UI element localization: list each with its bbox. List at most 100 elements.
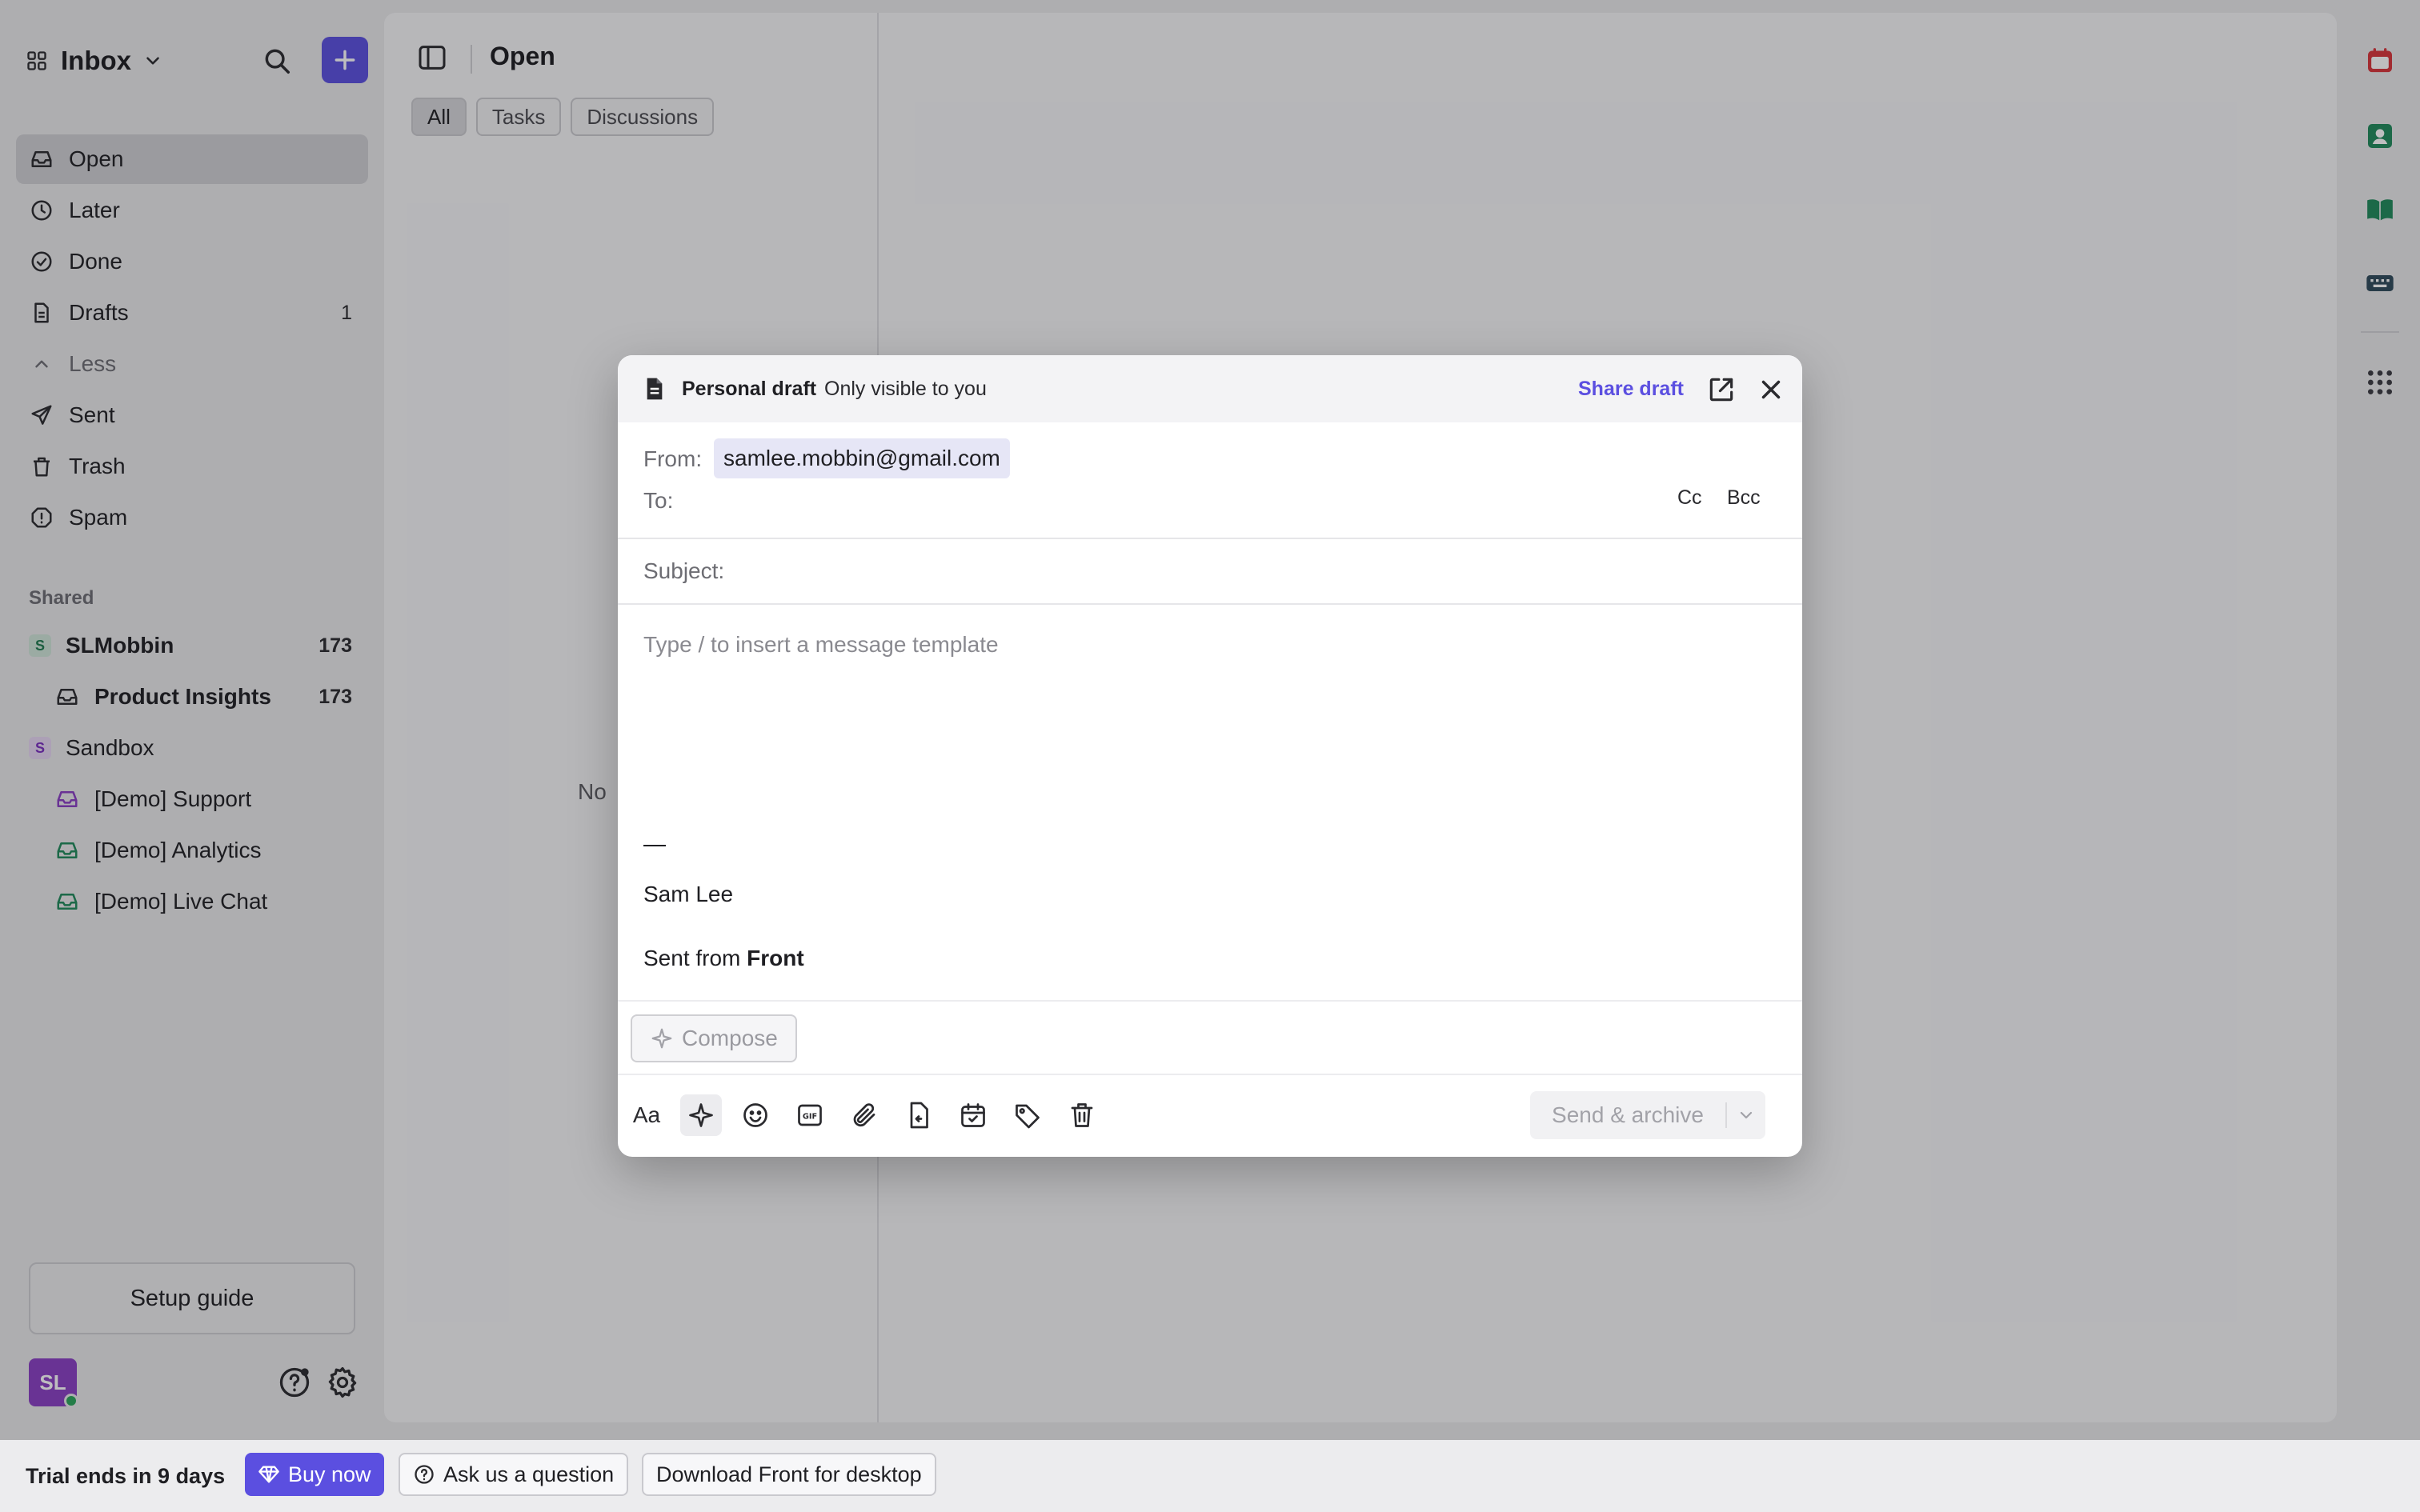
- format-icon: Aa: [632, 1102, 661, 1127]
- sidebar-item-demo-support[interactable]: [Demo] Support: [16, 774, 368, 824]
- signature-sent-from: Sent from Front: [643, 946, 804, 971]
- message-body-input[interactable]: Type / to insert a message template: [643, 632, 999, 658]
- trash-icon: [1071, 1103, 1093, 1127]
- team-badge: S: [29, 634, 51, 657]
- sparkle-icon: [651, 1028, 672, 1049]
- ai-sparkle-icon: [689, 1103, 713, 1127]
- cc-button[interactable]: Cc: [1677, 486, 1702, 510]
- new-message-button[interactable]: [322, 37, 368, 83]
- filter-chip-all[interactable]: All: [411, 98, 467, 136]
- knowledge-book-icon: [2367, 199, 2393, 221]
- gif-button[interactable]: GIF: [789, 1094, 831, 1136]
- sidebar-item-sandbox[interactable]: S Sandbox: [16, 723, 368, 773]
- send-icon: [29, 402, 54, 428]
- sidebar-item-later[interactable]: Later: [16, 186, 368, 235]
- rail-calendar-button[interactable]: [2361, 42, 2399, 80]
- discard-draft-button[interactable]: [1061, 1094, 1103, 1136]
- sidebar-item-label: [Demo] Analytics: [94, 838, 262, 862]
- send-archive-button[interactable]: Send & archive: [1530, 1091, 1765, 1139]
- team-badge: S: [29, 737, 51, 759]
- sidebar-item-sent[interactable]: Sent: [16, 390, 368, 440]
- page-title: Open: [490, 42, 555, 70]
- grid-icon: [24, 48, 50, 74]
- sidebar-item-demo-analytics[interactable]: [Demo] Analytics: [16, 826, 368, 875]
- plus-icon: [335, 50, 355, 70]
- apps-grid-icon: [2368, 370, 2392, 394]
- setup-guide-button[interactable]: Setup guide: [29, 1262, 355, 1334]
- settings-button[interactable]: [325, 1365, 360, 1400]
- schedule-icon: [961, 1103, 985, 1127]
- emoji-icon: [743, 1103, 767, 1127]
- search-button[interactable]: [256, 40, 298, 82]
- sidebar-item-spam[interactable]: Spam: [16, 493, 368, 542]
- sidebar: Inbox Open Later Done Drafts 1 Less Sent: [0, 0, 384, 1440]
- divider: [618, 603, 1802, 605]
- schedule-button[interactable]: [952, 1094, 994, 1136]
- sidebar-item-drafts[interactable]: Drafts 1: [16, 288, 368, 338]
- document-icon: [642, 376, 667, 402]
- inbox-tray-icon: [29, 146, 54, 172]
- popout-button[interactable]: [1706, 374, 1737, 405]
- tag-icon: [1016, 1104, 1040, 1129]
- gif-icon: GIF: [798, 1104, 822, 1126]
- sidebar-toggle-less[interactable]: Less: [16, 339, 368, 389]
- sidebar-item-label: SLMobbin: [66, 633, 174, 658]
- signature-name: Sam Lee: [643, 882, 734, 906]
- ai-compose-button[interactable]: Compose: [631, 1014, 797, 1062]
- from-address-chip[interactable]: samlee.mobbin@gmail.com: [714, 438, 1010, 478]
- bcc-button[interactable]: Bcc: [1727, 486, 1761, 510]
- close-button[interactable]: [1756, 374, 1786, 405]
- inbox-tray-icon: [54, 684, 80, 710]
- share-draft-button[interactable]: Share draft: [1578, 378, 1684, 401]
- sidebar-item-done[interactable]: Done: [16, 237, 368, 286]
- filter-chip-discussions[interactable]: Discussions: [571, 98, 715, 136]
- sidebar-item-label: Done: [69, 249, 122, 274]
- subject-field[interactable]: Subject:: [643, 558, 724, 584]
- download-desktop-button[interactable]: Download Front for desktop: [642, 1453, 936, 1496]
- sidebar-item-slmobbin[interactable]: S SLMobbin 173: [16, 621, 368, 670]
- ask-question-button[interactable]: Ask us a question: [399, 1453, 629, 1496]
- rail-shortcuts-button[interactable]: [2361, 264, 2399, 302]
- reply-template-icon: [910, 1102, 928, 1129]
- send-archive-label: Send & archive: [1530, 1102, 1727, 1128]
- modal-header: Personal draft Only visible to you Share…: [618, 355, 1802, 422]
- sidebar-item-label: Drafts: [69, 300, 129, 325]
- rail-contacts-button[interactable]: [2361, 117, 2399, 155]
- clock-icon: [29, 198, 54, 223]
- sidebar-item-demo-live-chat[interactable]: [Demo] Live Chat: [16, 877, 368, 926]
- sidebar-item-label: [Demo] Live Chat: [94, 889, 268, 914]
- chevron-up-icon: [29, 351, 54, 377]
- calendar-icon: [2368, 48, 2392, 73]
- inbox-switcher[interactable]: Inbox: [24, 38, 163, 83]
- divider: [618, 1000, 1802, 1002]
- send-options-dropdown[interactable]: [1727, 1106, 1765, 1125]
- sidebar-item-product-insights[interactable]: Product Insights 173: [16, 672, 368, 722]
- rail-apps-button[interactable]: [2361, 363, 2399, 402]
- product-insights-count: 173: [319, 685, 352, 708]
- external-link-icon: [1709, 378, 1733, 402]
- tag-button[interactable]: [1007, 1094, 1048, 1136]
- header-divider: [471, 45, 472, 74]
- buy-now-button[interactable]: Buy now: [245, 1453, 384, 1496]
- sidebar-item-open[interactable]: Open: [16, 134, 368, 184]
- question-icon: [415, 1465, 434, 1484]
- sent-from-brand: Front: [747, 946, 804, 970]
- compose-label: Compose: [682, 1026, 778, 1050]
- attach-icon: [853, 1103, 875, 1127]
- buy-now-label: Buy now: [288, 1462, 371, 1486]
- filter-chip-tasks[interactable]: Tasks: [475, 98, 562, 136]
- message-template-button[interactable]: [898, 1094, 940, 1136]
- to-label[interactable]: To:: [643, 488, 673, 514]
- rail-knowledge-base-button[interactable]: [2361, 190, 2399, 229]
- svg-text:GIF: GIF: [803, 1113, 817, 1122]
- help-button[interactable]: [277, 1365, 312, 1400]
- attach-button[interactable]: [843, 1094, 885, 1136]
- shared-section-label: Shared: [29, 587, 94, 609]
- ai-button[interactable]: [680, 1094, 722, 1136]
- filter-chips: All Tasks Discussions: [411, 98, 715, 136]
- emoji-button[interactable]: [735, 1094, 776, 1136]
- sidebar-item-trash[interactable]: Trash: [16, 442, 368, 491]
- format-button[interactable]: Aa: [626, 1094, 667, 1136]
- toggle-sidebar-button[interactable]: [416, 42, 448, 74]
- sidebar-item-label: Spam: [69, 505, 128, 530]
